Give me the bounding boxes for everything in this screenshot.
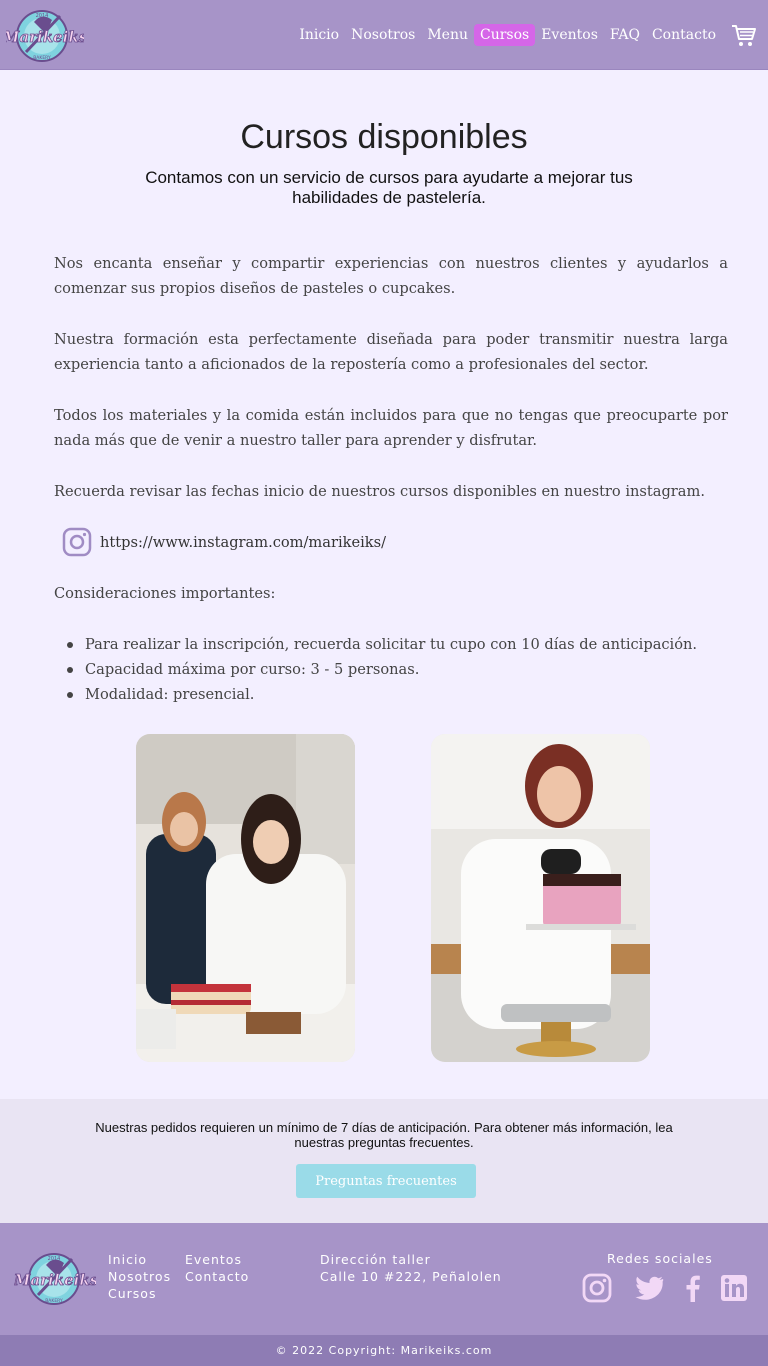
orders-notice: Nuestras pedidos requieren un mínimo de … (0, 1099, 768, 1223)
svg-text:Marikeiks: Marikeiks (14, 1271, 96, 1289)
intro-paragraph: Nos encanta enseñar y compartir experien… (54, 255, 728, 297)
considerations-title: Consideraciones importantes: (54, 585, 276, 602)
nav-faq[interactable]: FAQ (604, 24, 646, 46)
svg-text:2014: 2014 (48, 1256, 61, 1262)
instagram-link[interactable]: https://www.instagram.com/marikeiks/ (62, 527, 386, 557)
brand-logo[interactable]: Marikeiks 2014 BAKERY (6, 4, 84, 64)
nav-eventos[interactable]: Eventos (535, 24, 604, 46)
site-footer: Marikeiks 2014 BAKERY Inicio Nosotros Cu… (0, 1223, 768, 1335)
list-item: Para realizar la inscripción, recuerda s… (66, 632, 697, 657)
linkedin-icon[interactable] (719, 1273, 749, 1303)
list-item: Modalidad: presencial. (66, 682, 697, 707)
footer-link-cursos[interactable]: Cursos (108, 1285, 171, 1302)
address-text: Calle 10 #222, Peñalolen (320, 1269, 502, 1284)
page-title: Cursos disponibles (240, 118, 528, 156)
cart-icon[interactable] (730, 21, 758, 49)
nav-cursos[interactable]: Cursos (473, 24, 536, 46)
notice-text: Nuestras pedidos requieren un mínimo de … (95, 1120, 673, 1150)
faq-button[interactable]: Preguntas frecuentes (296, 1164, 476, 1198)
list-item: Capacidad máxima por curso: 3 - 5 person… (66, 657, 697, 682)
svg-text:BAKERY: BAKERY (33, 55, 51, 61)
copyright-bar: © 2022 Copyright: Marikeiks.com (0, 1335, 768, 1366)
footer-logo[interactable]: Marikeiks 2014 BAKERY (14, 1245, 96, 1307)
course-photo-students (136, 734, 355, 1062)
twitter-icon[interactable] (634, 1273, 664, 1303)
address-title: Dirección taller (320, 1252, 431, 1267)
materials-paragraph: Todos los materiales y la comida están i… (54, 407, 728, 449)
nav-nosotros[interactable]: Nosotros (345, 24, 421, 46)
svg-text:BAKERY: BAKERY (45, 1298, 63, 1304)
footer-links-col1: Inicio Nosotros Cursos (108, 1251, 171, 1302)
footer-link-contacto[interactable]: Contacto (185, 1268, 249, 1285)
footer-links-col2: Eventos Contacto (185, 1251, 249, 1285)
footer-link-inicio[interactable]: Inicio (108, 1251, 171, 1268)
footer-address: Dirección taller Calle 10 #222, Peñalole… (320, 1251, 502, 1285)
nav-menu[interactable]: Menu (421, 24, 474, 46)
footer-link-eventos[interactable]: Eventos (185, 1251, 249, 1268)
facebook-icon[interactable] (678, 1273, 708, 1303)
nav-contacto[interactable]: Contacto (646, 24, 722, 46)
training-paragraph: Nuestra formación esta perfectamente dis… (54, 331, 728, 373)
instagram-icon (62, 527, 92, 557)
main-nav: Inicio Nosotros Menu Cursos Eventos FAQ … (293, 0, 768, 70)
socials-title: Redes sociales (607, 1251, 713, 1266)
instagram-url[interactable]: https://www.instagram.com/marikeiks/ (100, 534, 386, 551)
page-subtitle: Contamos con un servicio de cursos para … (145, 168, 633, 207)
site-header: Marikeiks 2014 BAKERY Inicio Nosotros Me… (0, 0, 768, 70)
nav-inicio[interactable]: Inicio (293, 24, 345, 46)
instagram-icon[interactable] (582, 1273, 612, 1303)
considerations-list: Para realizar la inscripción, recuerda s… (66, 632, 697, 707)
footer-link-nosotros[interactable]: Nosotros (108, 1268, 171, 1285)
svg-text:Marikeiks: Marikeiks (6, 28, 84, 46)
svg-text:2014: 2014 (36, 13, 49, 19)
instagram-reminder: Recuerda revisar las fechas inicio de nu… (54, 483, 705, 500)
course-photo-chef (431, 734, 650, 1062)
